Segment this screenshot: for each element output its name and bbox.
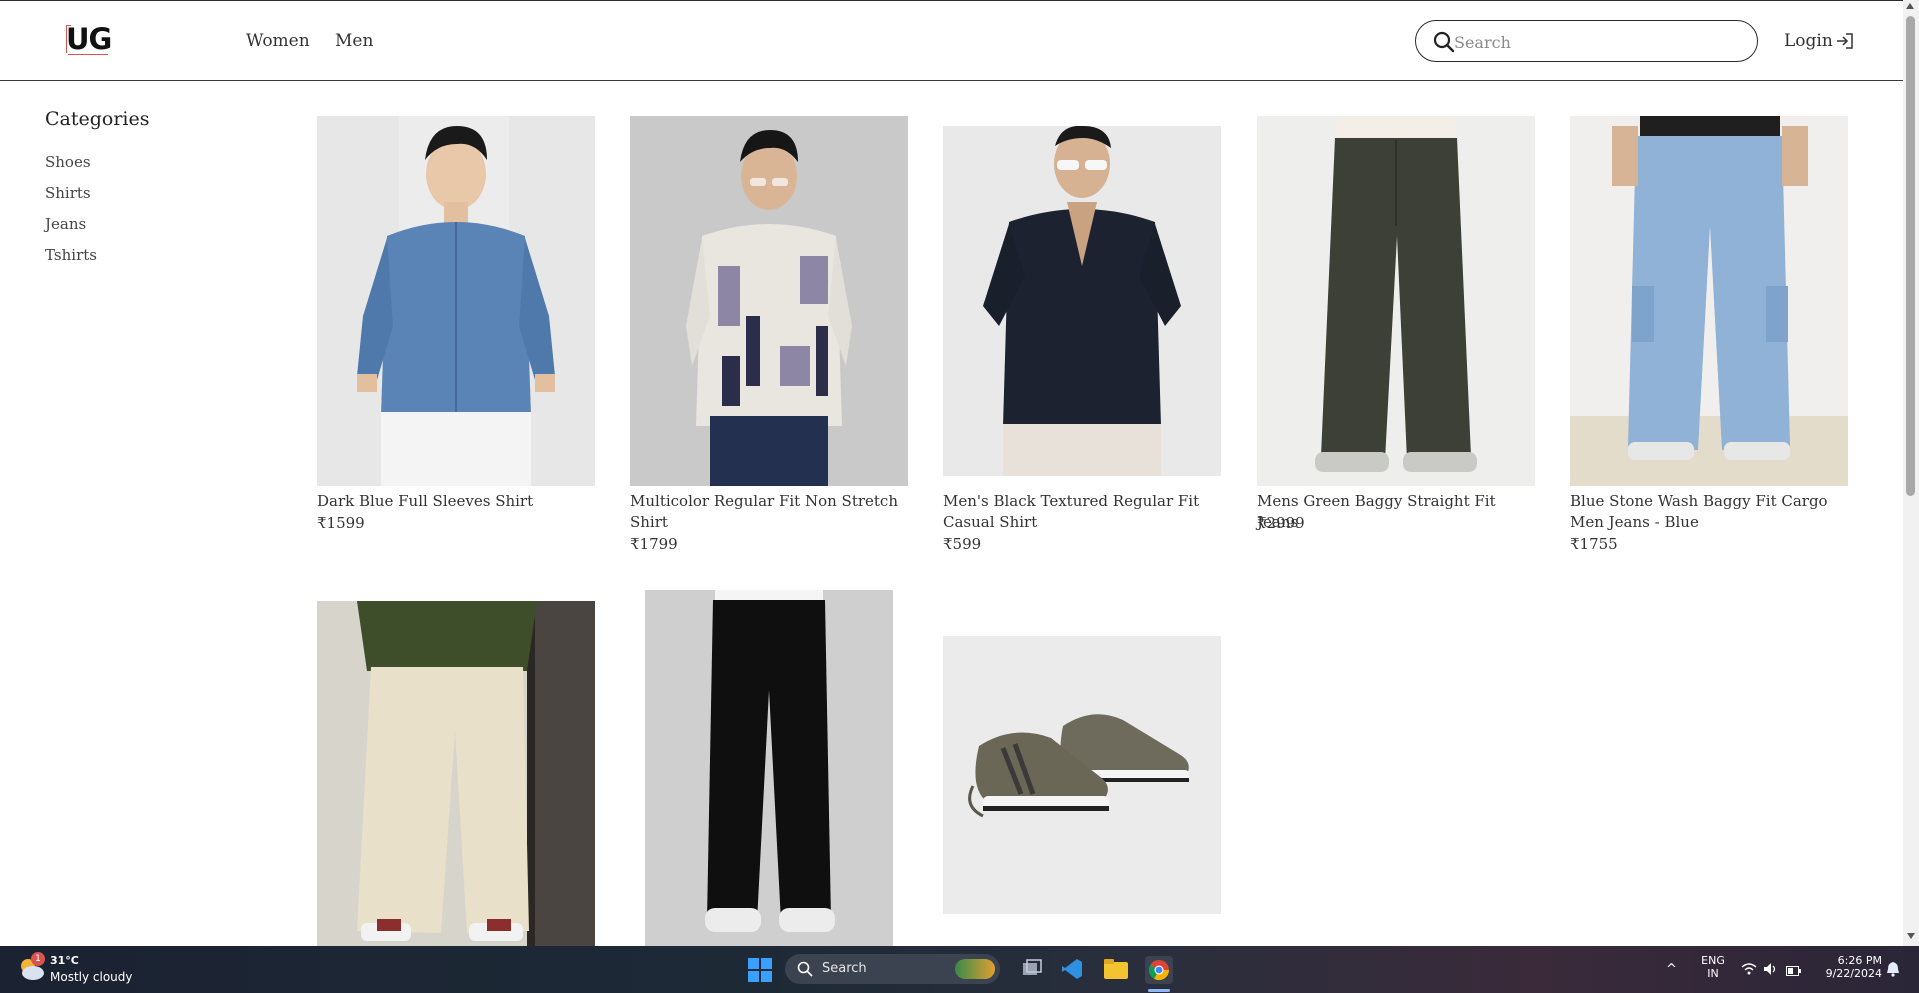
product-name[interactable]: Dark Blue Full Sleeves Shirt (317, 491, 595, 512)
scroll-down-arrow-icon[interactable] (1907, 933, 1915, 939)
product-image (630, 116, 908, 486)
product-image (317, 601, 595, 946)
taskbar-search-label: Search (822, 961, 867, 976)
product-card[interactable]: Multicolor Regular Fit Non Stretch Shirt… (630, 116, 908, 556)
scroll-up-arrow-icon[interactable] (1906, 3, 1914, 9)
product-image (943, 126, 1221, 476)
windows-start-icon[interactable] (748, 958, 772, 982)
task-view-icon[interactable] (1021, 959, 1043, 979)
taskbar-search[interactable]: Search (785, 954, 1000, 984)
categories-title: Categories (45, 108, 150, 130)
site-header: UG Women Men Login (0, 1, 1903, 81)
logo-accent-left (66, 25, 67, 53)
login-icon (1836, 33, 1853, 49)
product-name[interactable]: Blue Stone Wash Baggy Fit Cargo Men Jean… (1570, 491, 1848, 533)
product-image (645, 590, 893, 946)
product-price: ₹1799 (630, 535, 678, 553)
product-image (943, 636, 1221, 914)
product-card[interactable] (645, 590, 893, 946)
product-image (317, 116, 595, 486)
language-region: IN (1707, 967, 1719, 980)
category-tshirts[interactable]: Tshirts (45, 246, 97, 277)
product-price: ₹599 (943, 535, 982, 553)
logo-accent-bottom (68, 54, 108, 55)
active-app-indicator (1148, 989, 1170, 992)
login-label: Login (1784, 31, 1833, 51)
weather-temp[interactable]: 31°C (50, 954, 79, 967)
search-input[interactable] (1452, 27, 1746, 57)
logo-text: UG (66, 22, 112, 56)
category-shoes[interactable]: Shoes (45, 153, 97, 184)
product-name[interactable]: Men's Black Textured Regular Fit Casual … (943, 491, 1221, 533)
language-code: ENG (1701, 954, 1725, 967)
search-icon (797, 961, 813, 977)
clock-date: 9/22/2024 (1825, 967, 1882, 980)
product-name[interactable]: Multicolor Regular Fit Non Stretch Shirt (630, 491, 908, 533)
product-price: ₹1755 (1570, 535, 1618, 553)
language-indicator[interactable]: ENG IN (1700, 954, 1726, 980)
product-card[interactable]: Mens Green Baggy Straight Fit Jeans ₹299… (1257, 116, 1535, 556)
product-card[interactable] (943, 636, 1221, 914)
wifi-icon[interactable] (1741, 961, 1757, 975)
category-shirts[interactable]: Shirts (45, 184, 97, 215)
logo[interactable]: UG (66, 21, 112, 57)
nav-women[interactable]: Women (246, 31, 310, 51)
login-button[interactable]: Login (1784, 31, 1855, 51)
clock-time: 6:26 PM (1837, 954, 1882, 967)
battery-icon[interactable] (1786, 962, 1802, 976)
vscode-icon[interactable] (1061, 958, 1083, 980)
clock[interactable]: 6:26 PM 9/22/2024 (1820, 954, 1882, 980)
product-image (1570, 116, 1848, 486)
weather-desc[interactable]: Mostly cloudy (50, 970, 133, 984)
logo-accent-top (66, 25, 71, 26)
product-price: ₹1599 (317, 514, 365, 532)
product-card[interactable]: Dark Blue Full Sleeves Shirt ₹1599 (317, 116, 595, 556)
file-explorer-icon[interactable] (1104, 959, 1128, 979)
product-card[interactable]: Blue Stone Wash Baggy Fit Cargo Men Jean… (1570, 116, 1848, 556)
volume-icon[interactable] (1763, 961, 1779, 975)
scrollbar-thumb[interactable] (1906, 16, 1915, 496)
search-highlight-icon (955, 959, 995, 979)
product-price: ₹2999 (1257, 514, 1305, 532)
chrome-icon[interactable] (1145, 956, 1173, 984)
product-card[interactable] (317, 601, 595, 946)
taskbar: 1 31°C Mostly cloudy Search ^ ENG IN 6:2… (0, 946, 1919, 993)
product-card[interactable]: Men's Black Textured Regular Fit Casual … (943, 116, 1221, 556)
nav-men[interactable]: Men (335, 31, 373, 51)
notification-bell-icon[interactable] (1886, 961, 1900, 977)
search-box[interactable] (1415, 20, 1758, 62)
show-hidden-icons-icon[interactable]: ^ (1666, 962, 1677, 977)
product-image (1257, 116, 1535, 486)
weather-badge: 1 (31, 952, 45, 966)
category-list: Shoes Shirts Jeans Tshirts (45, 153, 97, 277)
category-jeans[interactable]: Jeans (45, 215, 97, 246)
